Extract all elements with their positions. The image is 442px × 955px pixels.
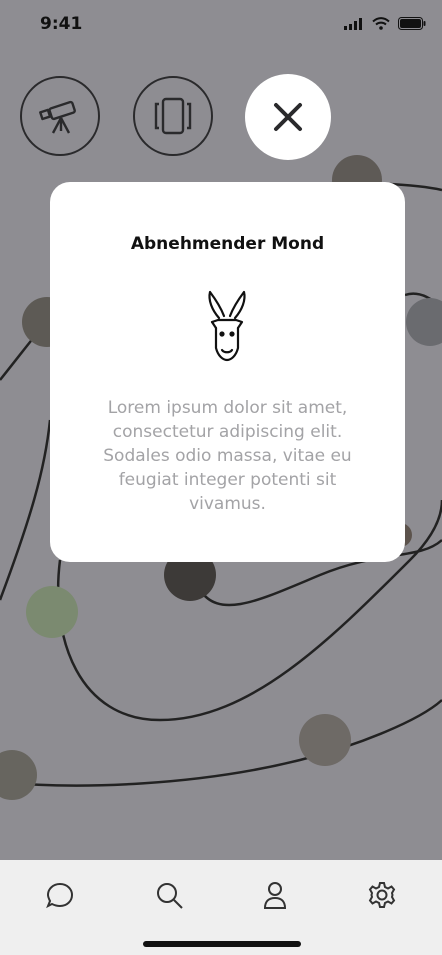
search-icon[interactable]: [154, 880, 184, 910]
signal-icon: [344, 17, 362, 30]
home-indicator: [143, 941, 301, 947]
carousel-button[interactable]: [133, 76, 213, 156]
info-modal: Abnehmender Mond Lorem ipsum dolor sit a…: [50, 182, 405, 562]
avatar: [406, 298, 442, 346]
profile-icon[interactable]: [260, 880, 290, 910]
chat-icon[interactable]: [45, 880, 75, 910]
carousel-icon: [154, 97, 192, 135]
modal-title: Abnehmender Mond: [130, 234, 325, 254]
battery-icon: [398, 17, 426, 30]
screen: 9:41 Abnehmender Mond Lorem ipsum dolor …: [0, 0, 442, 955]
status-time: 9:41: [40, 14, 83, 34]
avatar: [0, 750, 37, 800]
wifi-icon: [372, 17, 390, 30]
avatar: [26, 586, 78, 638]
avatar: [299, 714, 351, 766]
telescope-icon: [39, 100, 76, 134]
status-bar: 9:41: [0, 0, 442, 50]
settings-icon[interactable]: [367, 880, 397, 910]
status-icons: [344, 17, 426, 30]
close-icon: [274, 103, 302, 131]
telescope-button[interactable]: [20, 76, 100, 156]
capricorn-goat-icon: [208, 290, 246, 362]
modal-description: Lorem ipsum dolor sit amet, consectetur …: [103, 398, 352, 514]
close-button[interactable]: [245, 74, 331, 160]
